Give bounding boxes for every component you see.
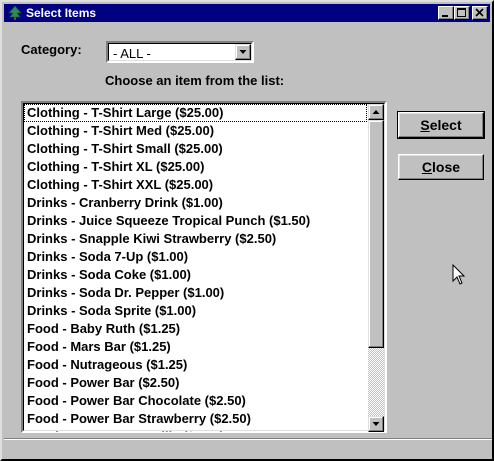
- chevron-down-icon: [239, 50, 247, 54]
- bottom-divider: [4, 438, 492, 440]
- scroll-up-button[interactable]: [368, 104, 384, 120]
- close-label-rest: lose: [432, 159, 461, 175]
- list-item[interactable]: Clothing - T-Shirt XL ($25.00): [24, 158, 367, 176]
- minimize-icon: [442, 15, 448, 17]
- close-button[interactable]: Close: [398, 154, 484, 180]
- arrow-down-icon: [372, 422, 380, 426]
- dropdown-button[interactable]: [235, 44, 251, 60]
- category-dropdown-frame: - ALL -: [108, 43, 252, 61]
- list-item[interactable]: Drinks - Juice Squeeze Tropical Punch ($…: [24, 212, 367, 230]
- category-value: - ALL -: [113, 46, 151, 61]
- tree-app-icon: [7, 5, 23, 21]
- list-item[interactable]: Clothing - T-Shirt XXL ($25.00): [24, 176, 367, 194]
- close-mnemonic: C: [421, 159, 433, 175]
- select-items-window: Select Items Category: - ALL - Choose an…: [0, 0, 494, 461]
- scroll-thumb[interactable]: [368, 120, 384, 348]
- category-label: Category:: [21, 42, 82, 57]
- list-item[interactable]: Food - Baby Ruth ($1.25): [24, 320, 367, 338]
- list-item[interactable]: Clothing - T-Shirt Med ($25.00): [24, 122, 367, 140]
- list-item[interactable]: Food - Mars Bar ($1.25): [24, 338, 367, 356]
- list-item[interactable]: Drinks - Soda Sprite ($1.00): [24, 302, 367, 320]
- list-item[interactable]: Food - Power Bar ($2.50): [24, 374, 367, 392]
- select-button[interactable]: Select: [397, 111, 485, 139]
- minimize-button[interactable]: [438, 6, 454, 20]
- vertical-scrollbar[interactable]: [368, 104, 384, 432]
- items-list: Clothing - T-Shirt Large ($25.00) Clothin…: [24, 104, 367, 432]
- maximize-button[interactable]: [454, 6, 470, 20]
- category-dropdown[interactable]: - ALL -: [106, 41, 254, 63]
- list-item[interactable]: Clothing - T-Shirt Large ($25.00): [24, 104, 367, 122]
- list-item[interactable]: Food - Power Bar Strawberry ($2.50): [24, 410, 367, 428]
- list-item[interactable]: Drinks - Soda Coke ($1.00): [24, 266, 367, 284]
- window-title: Select Items: [26, 6, 97, 20]
- mouse-pointer-icon: [452, 264, 466, 285]
- list-item[interactable]: Drinks - Snapple Kiwi Strawberry ($2.50): [24, 230, 367, 248]
- list-item[interactable]: Food - Nutrageous ($1.25): [24, 356, 367, 374]
- list-item[interactable]: Food - Power Bar Vanilla ($2.50): [24, 428, 367, 432]
- close-window-button[interactable]: [472, 6, 488, 20]
- list-item[interactable]: Drinks - Soda Dr. Pepper ($1.00): [24, 284, 367, 302]
- maximize-icon: [457, 8, 466, 17]
- list-item[interactable]: Clothing - T-Shirt Small ($25.00): [24, 140, 367, 158]
- scroll-down-button[interactable]: [368, 416, 384, 432]
- title-bar[interactable]: Select Items: [4, 4, 490, 22]
- list-item[interactable]: Drinks - Soda 7-Up ($1.00): [24, 248, 367, 266]
- arrow-up-icon: [372, 110, 380, 114]
- list-item[interactable]: Food - Power Bar Chocolate ($2.50): [24, 392, 367, 410]
- items-listbox-frame: Clothing - T-Shirt Large ($25.00) Clothin…: [23, 103, 385, 432]
- select-mnemonic: S: [420, 117, 430, 133]
- close-icon: [475, 8, 484, 17]
- select-label-rest: elect: [429, 117, 462, 133]
- list-item[interactable]: Drinks - Cranberry Drink ($1.00): [24, 194, 367, 212]
- items-listbox[interactable]: Clothing - T-Shirt Large ($25.00) Clothin…: [21, 101, 387, 433]
- instruction-text: Choose an item from the list:: [105, 73, 285, 88]
